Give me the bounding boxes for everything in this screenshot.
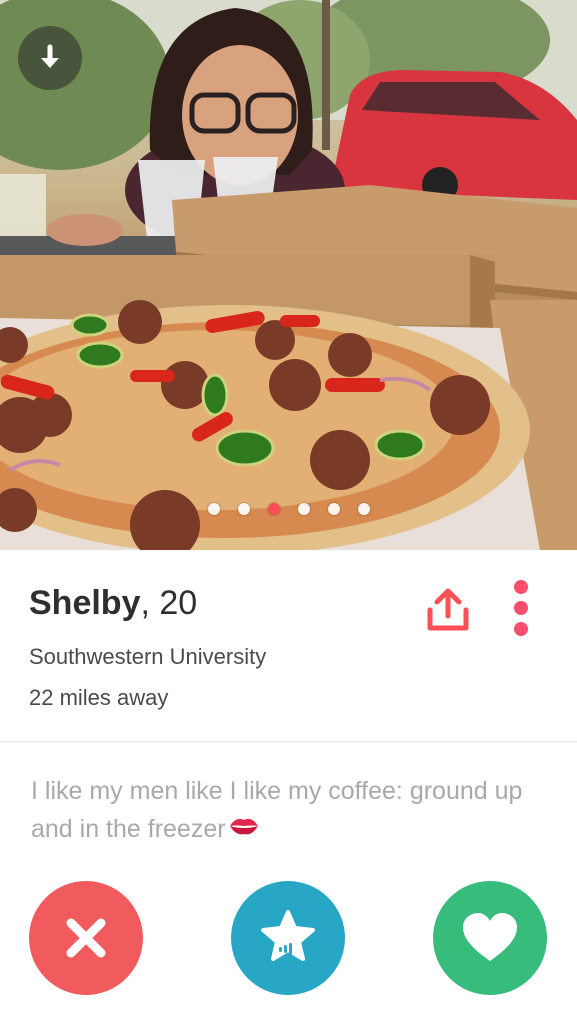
photo-dot[interactable]: [297, 503, 310, 515]
share-icon: [427, 588, 469, 631]
more-options-button[interactable]: [508, 580, 534, 636]
super-like-button[interactable]: [231, 881, 345, 995]
profile-info: Shelby, 20 Southwestern University 22 mi…: [0, 550, 577, 740]
bio-text: I like my men like I like my coffee: gro…: [31, 777, 523, 843]
photo-dot[interactable]: [237, 503, 250, 515]
profile-bio: I like my men like I like my coffee: gro…: [31, 772, 551, 849]
photo-dot[interactable]: [327, 503, 340, 515]
profile-age: , 20: [140, 584, 198, 622]
kiss-mark-icon: [228, 811, 260, 849]
section-divider: [0, 741, 577, 742]
photo-dot[interactable]: [267, 503, 280, 515]
download-button[interactable]: [18, 26, 82, 90]
more-vertical-icon: [508, 580, 534, 636]
photo-dot[interactable]: [357, 503, 370, 515]
photo-scene: [0, 0, 577, 550]
nope-button[interactable]: [29, 881, 143, 995]
profile-name: Shelby: [29, 584, 141, 622]
star-icon: [261, 910, 315, 961]
close-icon: [66, 918, 106, 958]
photo-dot[interactable]: [207, 503, 220, 515]
profile-photo[interactable]: [0, 0, 577, 550]
name-age: Shelby, 20: [29, 584, 197, 623]
profile-school: Southwestern University: [29, 644, 267, 669]
arrow-down-icon: [41, 44, 59, 68]
share-button[interactable]: [424, 586, 472, 634]
heart-icon: [463, 913, 517, 961]
like-button[interactable]: [433, 881, 547, 995]
profile-distance: 22 miles away: [29, 685, 169, 710]
photo-pagination: [0, 503, 577, 515]
